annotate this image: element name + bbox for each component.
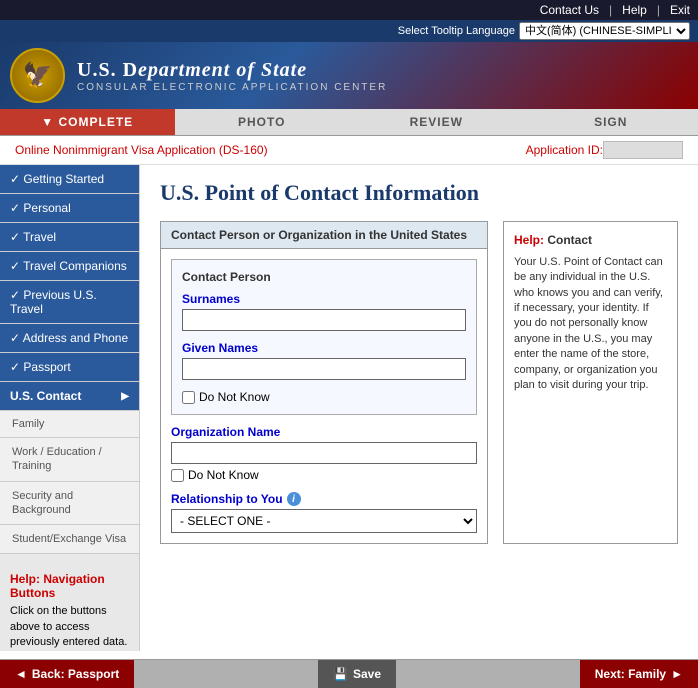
bottom-nav: Back: Passport 💾 Save Next: Family [0,659,698,688]
help-panel-body: Your U.S. Point of Contact can be any in… [514,255,667,394]
sidebar-item-travel[interactable]: Travel [0,223,139,252]
form-panel: Contact Person or Organization in the Un… [160,221,488,544]
tab-complete[interactable]: COMPLETE [0,109,175,135]
tab-photo[interactable]: PHOTO [175,109,350,135]
do-not-know-2-row: Do Not Know [171,468,477,482]
main-layout: Getting Started Personal Travel Travel C… [0,165,698,651]
app-id-label: Application ID: [526,143,603,157]
sidebar-item-address-phone[interactable]: Address and Phone [0,324,139,353]
tab-sign[interactable]: SIGN [524,109,698,135]
sidebar: Getting Started Personal Travel Travel C… [0,165,140,651]
contact-person-box: Contact Person Surnames Given Names Do N… [171,259,477,415]
do-not-know-2-checkbox[interactable] [171,469,184,482]
given-names-group: Given Names [182,341,466,380]
org-name-group: Organization Name Do Not Know [171,425,477,482]
contact-us-link[interactable]: Contact Us [540,3,599,17]
sidebar-item-passport[interactable]: Passport [0,353,139,382]
page-title: U.S. Point of Contact Information [160,180,678,206]
form-section: Contact Person or Organization in the Un… [160,221,678,544]
do-not-know-1-row: Do Not Know [182,390,466,404]
header: 🦅 U.S. Department of State Consular Elec… [0,42,698,109]
form-body: Contact Person Surnames Given Names Do N… [161,249,487,543]
sidebar-item-us-contact[interactable]: U.S. Contact [0,382,139,411]
app-bar: Online Nonimmigrant Visa Application (DS… [0,136,698,165]
eagle-icon: 🦅 [23,61,53,90]
contact-person-label: Contact Person [182,270,466,284]
help-panel-red-label: Help: [514,233,544,247]
org-name-label: Organization Name [171,425,477,439]
help-panel-contact-label: Contact [547,233,592,247]
org-name-input[interactable] [171,442,477,464]
sidebar-item-work-education[interactable]: Work / Education / Training [0,438,139,482]
sidebar-item-travel-companions[interactable]: Travel Companions [0,252,139,281]
logo-seal: 🦅 [10,48,65,103]
save-button[interactable]: 💾 Save [318,660,396,688]
surnames-input[interactable] [182,309,466,331]
back-button[interactable]: Back: Passport [0,660,134,688]
form-panel-title: Contact Person or Organization in the Un… [161,222,487,249]
surnames-group: Surnames [182,292,466,331]
given-names-input[interactable] [182,358,466,380]
help-nav-red-label: Help: [10,572,40,586]
lang-bar: Select Tooltip Language 中文(简体) (CHINESE-… [0,20,698,42]
sidebar-item-personal[interactable]: Personal [0,194,139,223]
help-panel-title: Help: Contact [514,232,667,249]
help-nav-section: Help: Navigation Buttons Click on the bu… [0,564,139,650]
help-nav-title: Help: Navigation Buttons [10,572,129,600]
given-names-label: Given Names [182,341,466,355]
relationship-label: Relationship to You i [171,492,477,506]
relationship-section: Relationship to You i - SELECT ONE - Bus… [171,492,477,533]
sidebar-item-family[interactable]: Family [0,411,139,438]
tab-review[interactable]: REVIEW [349,109,524,135]
do-not-know-2-label: Do Not Know [188,468,259,482]
app-id-value [603,141,683,159]
content-area: U.S. Point of Contact Information Contac… [140,165,698,651]
nav-tabs: COMPLETE PHOTO REVIEW SIGN [0,109,698,136]
sidebar-item-getting-started[interactable]: Getting Started [0,165,139,194]
help-panel: Help: Contact Your U.S. Point of Contact… [503,221,678,544]
surnames-label: Surnames [182,292,466,306]
header-text: U.S. Department of State Consular Electr… [77,59,387,93]
sidebar-item-previous-travel[interactable]: Previous U.S. Travel [0,281,139,324]
relationship-select[interactable]: - SELECT ONE - Business Associate Friend… [171,509,477,533]
save-label: Save [353,667,381,681]
save-icon: 💾 [333,667,348,681]
sidebar-item-security-background[interactable]: Security and Background [0,482,139,526]
language-select[interactable]: 中文(简体) (CHINESE-SIMPLI [519,22,690,40]
do-not-know-1-checkbox[interactable] [182,391,195,404]
sidebar-item-student-exchange[interactable]: Student/Exchange Visa [0,525,139,554]
relationship-label-text: Relationship to You [171,492,283,506]
next-button[interactable]: Next: Family [580,660,698,688]
do-not-know-1-label: Do Not Know [199,390,270,404]
department-name: U.S. Department of State [77,59,387,82]
help-link[interactable]: Help [622,3,647,17]
tooltip-lang-label: Select Tooltip Language [398,25,515,37]
top-bar: Contact Us | Help | Exit [0,0,698,20]
exit-link[interactable]: Exit [670,3,690,17]
app-title: Online Nonimmigrant Visa Application (DS… [15,143,526,157]
help-nav-body: Click on the buttons above to access pre… [10,604,129,650]
info-icon[interactable]: i [287,492,301,506]
app-center-name: Consular Electronic Application Center [77,82,387,93]
